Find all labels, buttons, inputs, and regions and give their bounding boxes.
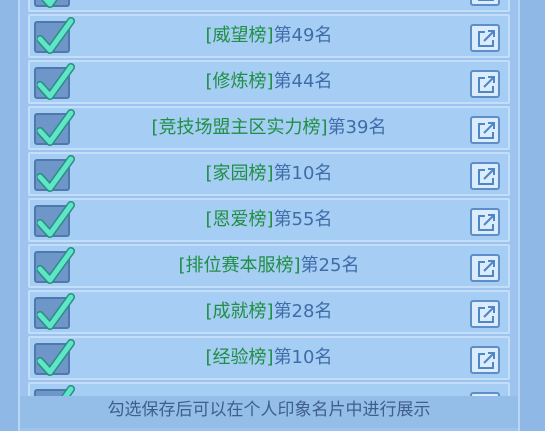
ranking-name: [经验榜] <box>205 347 274 368</box>
ranking-label <box>80 0 458 10</box>
checkbox-checked-icon[interactable] <box>34 155 75 192</box>
ranking-position: 第25名 <box>300 255 360 276</box>
ranking-list-inner: [威望榜]第49名 [修炼榜]第44名 [竞技场盟主区实力榜]第39名 [家园榜]第1… <box>28 0 510 396</box>
ranking-row: [修炼榜]第44名 <box>28 60 510 104</box>
footer-hint: 勾选保存后可以在个人印象名片中进行展示 <box>20 396 518 428</box>
ranking-position: 第39名 <box>327 117 387 138</box>
ranking-row: [经验榜]第10名 <box>28 336 510 380</box>
ranking-row: [恩爱榜]第55名 <box>28 198 510 242</box>
ranking-name: [家园榜] <box>205 163 274 184</box>
ranking-row: [威望榜]第49名 <box>28 14 510 58</box>
ranking-label: [排位赛本服榜]第25名 <box>80 246 458 286</box>
ranking-list[interactable]: [威望榜]第49名 [修炼榜]第44名 [竞技场盟主区实力榜]第39名 [家园榜]第1… <box>28 0 510 396</box>
checkbox-checked-icon[interactable] <box>34 293 75 330</box>
checkbox-checked-icon[interactable] <box>34 385 75 396</box>
ranking-position: 第28名 <box>273 301 333 322</box>
ranking-name: [成就榜] <box>205 301 274 322</box>
ranking-label: [家园榜]第10名 <box>80 154 458 194</box>
checkbox-checked-icon[interactable] <box>34 0 70 8</box>
ranking-name: [修炼榜] <box>205 71 274 92</box>
ranking-name: [威望榜] <box>205 25 274 46</box>
edit-share-icon[interactable] <box>470 116 500 144</box>
ranking-row: [竞技场盟主区实力榜]第39名 <box>28 106 510 150</box>
checkbox-checked-icon[interactable] <box>34 247 75 284</box>
edit-share-icon[interactable] <box>470 254 500 282</box>
checkbox-checked-icon[interactable] <box>34 339 75 376</box>
ranking-row: [家园榜]第10名 <box>28 152 510 196</box>
ranking-row <box>28 0 510 12</box>
ranking-row: [排位赛本服榜]第25名 <box>28 244 510 288</box>
ranking-label: [修炼榜]第44名 <box>80 62 458 102</box>
edit-share-icon[interactable] <box>470 208 500 236</box>
checkbox-checked-icon[interactable] <box>34 63 75 100</box>
checkbox-checked-icon[interactable] <box>34 17 75 54</box>
edit-share-icon[interactable] <box>470 162 500 190</box>
ranking-label <box>80 384 458 396</box>
ranking-label: [竞技场盟主区实力榜]第39名 <box>80 108 458 148</box>
edit-share-icon[interactable] <box>470 300 500 328</box>
ranking-name: [竞技场盟主区实力榜] <box>151 117 328 138</box>
checkbox-checked-icon[interactable] <box>34 201 75 238</box>
ranking-position: 第10名 <box>273 347 333 368</box>
ranking-position: 第55名 <box>273 209 333 230</box>
edit-share-icon[interactable] <box>470 346 500 374</box>
ranking-label: [恩爱榜]第55名 <box>80 200 458 240</box>
ranking-position: 第49名 <box>273 25 333 46</box>
ranking-row: [成就榜]第28名 <box>28 290 510 334</box>
ranking-name: [排位赛本服榜] <box>178 255 301 276</box>
ranking-name: [恩爱榜] <box>205 209 274 230</box>
edit-share-icon[interactable] <box>470 70 500 98</box>
ranking-position: 第44名 <box>273 71 333 92</box>
ranking-label: [威望榜]第49名 <box>80 16 458 56</box>
edit-share-icon[interactable] <box>470 0 500 6</box>
checkbox-checked-icon[interactable] <box>34 109 75 146</box>
ranking-label: [成就榜]第28名 <box>80 292 458 332</box>
ranking-label: [经验榜]第10名 <box>80 338 458 378</box>
edit-share-icon[interactable] <box>470 24 500 52</box>
ranking-row <box>28 382 510 396</box>
ranking-position: 第10名 <box>273 163 333 184</box>
